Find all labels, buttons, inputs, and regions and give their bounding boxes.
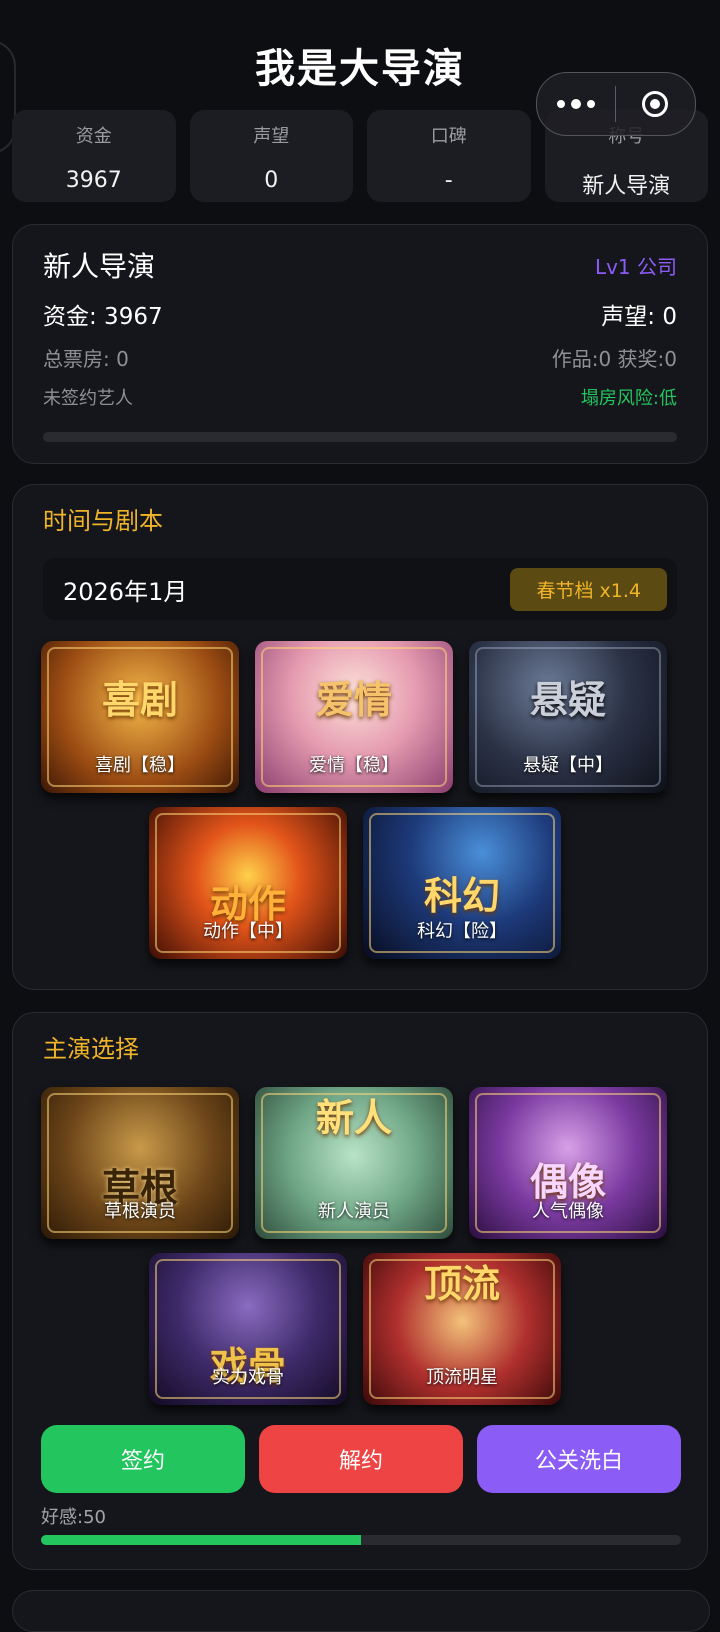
profile-funds: 资金: 3967 <box>43 304 163 330</box>
actor-grid: 草根 草根演员 新人 新人演员 偶像 人气偶像 戏骨 实力戏骨 顶流 顶流明星 <box>41 1087 681 1417</box>
profile-card: 新人导演 Lv1 公司 资金: 3967 声望: 0 总票房: 0 作品:0 获奖:0… <box>12 224 708 464</box>
actor-card-grassroots[interactable]: 草根 草根演员 <box>41 1087 239 1239</box>
terminate-button[interactable]: 解约 <box>259 1425 463 1493</box>
profile-reputation: 声望: 0 <box>601 304 677 330</box>
current-date: 2026年1月 <box>63 577 188 606</box>
profile-progress-bar <box>43 432 677 442</box>
more-icon <box>557 99 565 108</box>
genre-card-comedy[interactable]: 喜剧 喜剧【稳】 <box>41 641 239 793</box>
section-title-time: 时间与剧本 <box>43 507 163 535</box>
actor-action-buttons: 签约 解约 公关洗白 <box>41 1425 681 1493</box>
level-badge: Lv1 公司 <box>594 254 677 279</box>
time-script-card: 时间与剧本 2026年1月 春节档 x1.4 喜剧 喜剧【稳】 爱情 爱情【稳】… <box>12 484 708 990</box>
actor-card-superstar[interactable]: 顶流 顶流明星 <box>363 1253 561 1405</box>
genre-grid: 喜剧 喜剧【稳】 爱情 爱情【稳】 悬疑 悬疑【中】 动作 动作【中】 科幻 科… <box>41 641 681 971</box>
favor-bar-fill <box>41 1535 361 1545</box>
profile-name: 新人导演 <box>43 250 156 283</box>
favor-label: 好感:50 <box>41 1507 106 1528</box>
close-program-button[interactable] <box>616 91 694 117</box>
lead-actor-card: 主演选择 草根 草根演员 新人 新人演员 偶像 人气偶像 戏骨 实力戏骨 顶流 … <box>12 1012 708 1570</box>
stat-funds: 资金 3967 <box>12 110 176 202</box>
season-badge: 春节档 x1.4 <box>510 567 667 611</box>
section-title-lead: 主演选择 <box>43 1035 139 1063</box>
pr-cleanup-button[interactable]: 公关洗白 <box>477 1425 681 1493</box>
sign-button[interactable]: 签约 <box>41 1425 245 1493</box>
actor-card-veteran[interactable]: 戏骨 实力戏骨 <box>149 1253 347 1405</box>
target-icon <box>642 91 668 117</box>
actor-card-idol[interactable]: 偶像 人气偶像 <box>469 1087 667 1239</box>
risk-indicator: 塌房风险:低 <box>580 388 677 409</box>
more-menu-button[interactable] <box>537 98 615 109</box>
genre-card-scifi[interactable]: 科幻 科幻【险】 <box>363 807 561 959</box>
favor-bar <box>41 1535 681 1545</box>
next-section-card <box>12 1590 710 1632</box>
genre-card-mystery[interactable]: 悬疑 悬疑【中】 <box>469 641 667 793</box>
stat-word-of-mouth: 口碑 - <box>367 110 531 202</box>
genre-card-romance[interactable]: 爱情 爱情【稳】 <box>255 641 453 793</box>
actor-card-newcomer[interactable]: 新人 新人演员 <box>255 1087 453 1239</box>
mini-program-capsule <box>536 72 696 136</box>
works-awards: 作品:0 获奖:0 <box>551 347 677 371</box>
date-display: 2026年1月 春节档 x1.4 <box>43 558 677 620</box>
artist-status: 未签约艺人 <box>43 388 133 409</box>
box-office: 总票房: 0 <box>43 347 129 371</box>
stat-reputation: 声望 0 <box>189 110 353 202</box>
genre-card-action[interactable]: 动作 动作【中】 <box>149 807 347 959</box>
